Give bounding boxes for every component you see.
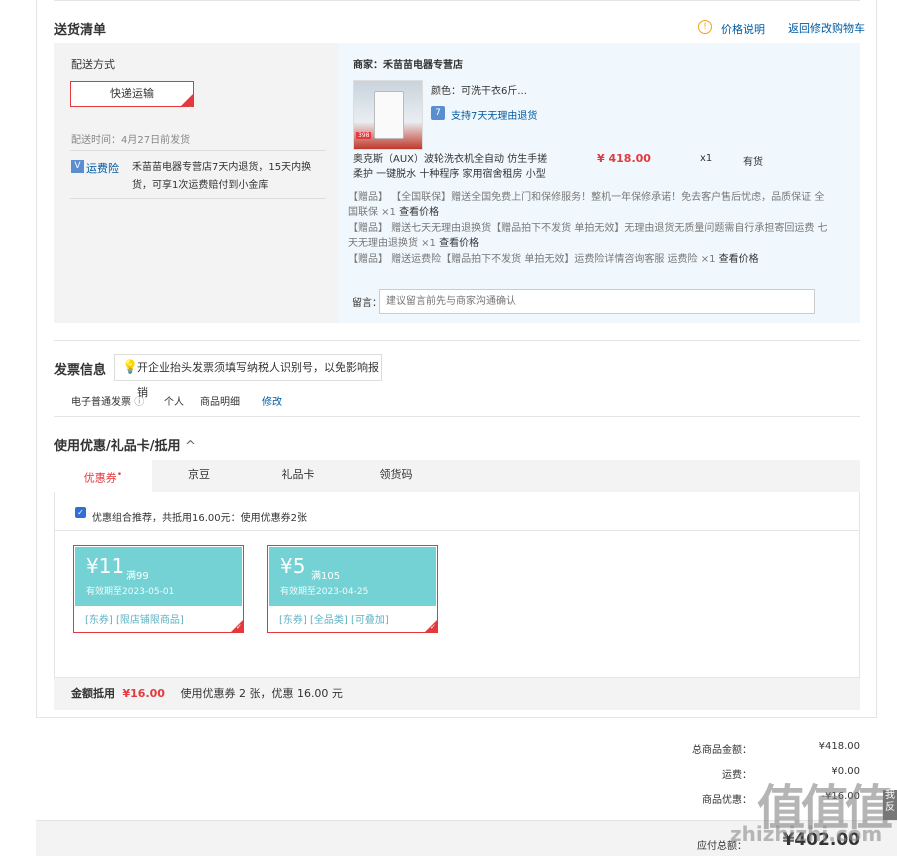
selected-check-icon: [181, 94, 193, 121]
stock-status: 有货: [743, 157, 763, 168]
express-option-label: 快递运输: [110, 87, 154, 100]
see-price-link[interactable]: 查看价格: [719, 254, 759, 265]
selected-check-icon: [231, 620, 243, 632]
coupon-card[interactable]: ¥5 满105 有效期至2023-04-25 [东券] [全品类] [可叠加]: [267, 545, 438, 633]
gift-item: 【赠品】 【全国联保】赠送全国免费上门和保修服务！整机一年保修承诺！免去客户售后…: [348, 192, 825, 218]
divider: [70, 198, 326, 199]
note-label: 留言：: [352, 298, 382, 309]
invoice-detail: 商品明细: [200, 397, 240, 408]
invoice-tip: 💡 开企业抬头发票须填写纳税人识别号，以免影响报销: [114, 354, 382, 399]
selected-check-icon: [425, 620, 437, 632]
ship-time: 配送时间：4月27日前发货: [71, 135, 191, 146]
divider: [70, 150, 326, 151]
note-input[interactable]: [379, 289, 815, 314]
divider: [55, 530, 859, 531]
watermark-url: zhizhizhi.com: [730, 822, 883, 846]
invoice-person: 个人: [164, 397, 184, 408]
invoice-title: 发票信息: [54, 363, 107, 378]
coupon-tabbar: 优惠券• 京豆 礼品卡 领货码: [54, 460, 860, 492]
product-color: 颜色：可洗干衣6斤...: [431, 86, 527, 97]
gift-item: 【赠品】 赠送七天无理由退换货【赠品拍下不发货 单拍无效】无理由退货无质量问题需…: [348, 223, 828, 249]
product-image[interactable]: 398: [353, 80, 423, 150]
seven-day-icon: 7: [431, 106, 445, 120]
price-info-link[interactable]: 价格说明: [721, 21, 765, 37]
invoice-edit-link[interactable]: 修改: [262, 393, 282, 408]
info-icon[interactable]: ⓘ: [134, 397, 144, 408]
product-price: ¥ 418.00: [597, 152, 651, 165]
see-price-link[interactable]: 查看价格: [439, 238, 479, 249]
insurance-icon: V: [71, 160, 84, 173]
recommend-text: 优惠组合推荐，共抵用16.00元：使用优惠券2张: [92, 513, 307, 524]
chevron-up-icon: ^: [185, 439, 196, 454]
warning-icon: !: [698, 20, 712, 34]
product-name[interactable]: 奥克斯（AUX）波轮洗衣机全自动 仿生手搓 柔护 一键脱水 十种程序 家用宿舍租…: [353, 152, 547, 182]
tab-giftcard[interactable]: 礼品卡: [268, 460, 328, 492]
goods-total-value: ¥418.00: [818, 741, 860, 752]
recommend-checkbox[interactable]: ✓: [75, 507, 86, 518]
bulb-icon: 💡: [122, 360, 139, 375]
return-policy-link[interactable]: 支持7天无理由退货: [451, 107, 537, 122]
freight-label: 运费：: [722, 770, 752, 781]
express-option-button[interactable]: 快递运输: [70, 81, 194, 121]
see-price-link[interactable]: 查看价格: [399, 207, 439, 218]
divider: [54, 340, 860, 341]
tab-coupons[interactable]: 优惠券•: [54, 460, 152, 492]
coupons-title[interactable]: 使用优惠/礼品卡/抵用 ^: [54, 435, 196, 454]
delivery-title: 送货清单: [54, 23, 107, 38]
gift-item: 【赠品】 赠送运费险【赠品拍下不发货 单拍无效】运费险详情咨询客服 运费险 ×1…: [348, 254, 759, 265]
invoice-type: 电子普通发票 ⓘ: [71, 397, 145, 408]
tab-jingdou[interactable]: 京豆: [169, 460, 229, 492]
merchant-name: 商家：禾苗苗电器专营店: [353, 60, 463, 71]
back-to-cart-link[interactable]: 返回修改购物车: [788, 20, 865, 36]
goods-total-label: 总商品金额：: [692, 745, 752, 756]
tab-pickup-code[interactable]: 领货码: [366, 460, 426, 492]
divider: [54, 416, 860, 417]
insurance-desc: 禾苗苗电器专营店7天内退货，15天内换 货，可享1次运费赔付到小金库: [132, 162, 312, 191]
coupon-summary: 金额抵用 ¥16.00 使用优惠券 2 张，优惠 16.00 元: [54, 678, 860, 710]
insurance-link[interactable]: 运费险: [86, 160, 119, 176]
discount-label: 商品优惠：: [702, 795, 752, 806]
delivery-method-label: 配送方式: [71, 58, 115, 71]
feedback-side-tab[interactable]: 我 反: [883, 790, 897, 820]
coupon-card[interactable]: ¥11 满99 有效期至2023-05-01 [东券] [限店铺限商品]: [73, 545, 244, 633]
product-qty: x1: [700, 153, 713, 164]
